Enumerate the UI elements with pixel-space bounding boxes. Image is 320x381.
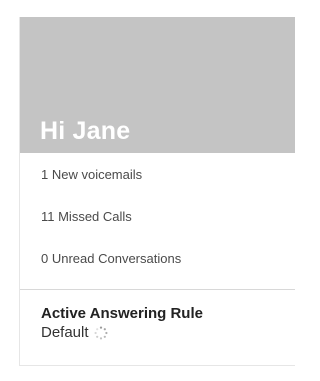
dashboard-card: Hi Jane 1 New voicemails 11 Missed Calls… bbox=[19, 17, 295, 366]
answering-rule-value-row: Default bbox=[41, 324, 203, 342]
answering-rule-section: Active Answering Rule Default bbox=[41, 305, 203, 342]
missed-calls-link[interactable]: 11 Missed Calls bbox=[20, 195, 295, 237]
unread-conversations-link[interactable]: 0 Unread Conversations bbox=[20, 237, 295, 279]
stats-list: 1 New voicemails 11 Missed Calls 0 Unrea… bbox=[20, 153, 295, 279]
new-voicemails-link[interactable]: 1 New voicemails bbox=[20, 153, 295, 195]
section-divider bbox=[20, 289, 295, 290]
loading-spinner-icon bbox=[94, 326, 108, 340]
greeting-heading: Hi Jane bbox=[40, 117, 131, 145]
answering-rule-title: Active Answering Rule bbox=[41, 305, 203, 322]
answering-rule-value: Default bbox=[41, 324, 89, 341]
welcome-banner: Hi Jane bbox=[20, 17, 295, 153]
